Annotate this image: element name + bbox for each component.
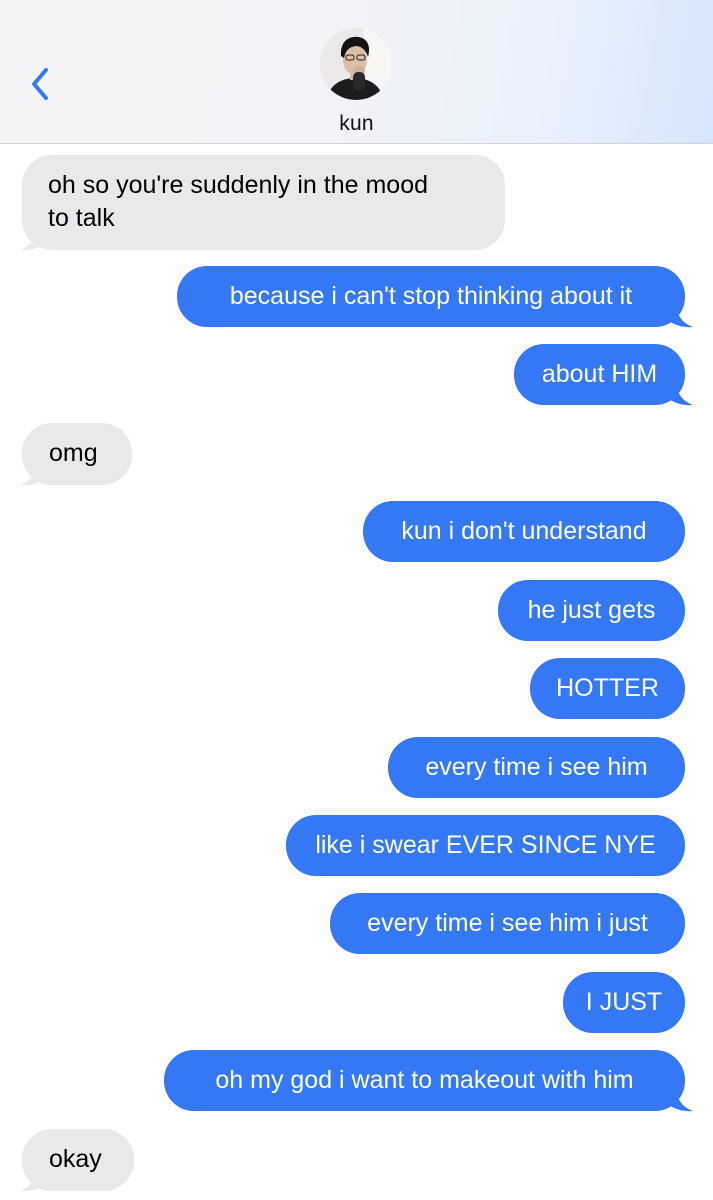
message-text: okay bbox=[49, 1145, 102, 1173]
message-bubble-outgoing[interactable]: oh my god i want to makeout with him bbox=[164, 1050, 685, 1111]
message-bubble-outgoing[interactable]: HOTTER bbox=[530, 658, 685, 719]
message-bubble-outgoing[interactable]: I JUST bbox=[563, 972, 685, 1033]
message-text: HOTTER bbox=[556, 674, 659, 702]
message-text: because i can't stop thinking about it bbox=[229, 282, 633, 310]
message-text: I JUST bbox=[585, 988, 663, 1016]
message-bubble-outgoing[interactable]: about HIM bbox=[514, 344, 685, 405]
message-text: every time i see him i just bbox=[367, 909, 648, 937]
chevron-left-icon bbox=[32, 68, 48, 100]
message-bubble-outgoing[interactable]: every time i see him i just bbox=[330, 893, 685, 954]
message-text-line: oh so you're suddenly in the mood bbox=[48, 171, 429, 199]
message-text-line: to talk bbox=[48, 204, 115, 232]
message-bubble-outgoing[interactable]: he just gets bbox=[498, 580, 685, 641]
bubble-tail bbox=[667, 381, 693, 406]
message-text: like i swear EVER SINCE NYE bbox=[315, 831, 656, 859]
message-bubble-outgoing[interactable]: like i swear EVER SINCE NYE bbox=[286, 815, 685, 876]
message-bubble-outgoing[interactable]: every time i see him bbox=[388, 737, 685, 798]
bubble-tail bbox=[667, 303, 693, 328]
message-text: about HIM bbox=[541, 360, 658, 388]
back-button[interactable] bbox=[22, 60, 62, 110]
message-text: every time i see him bbox=[425, 753, 648, 781]
bubble-tail bbox=[20, 1167, 46, 1192]
message-bubble-outgoing[interactable]: because i can't stop thinking about it bbox=[177, 266, 685, 327]
message-text: omg bbox=[49, 439, 98, 467]
bubble-tail bbox=[20, 461, 46, 486]
conversation-header: kun bbox=[0, 0, 713, 144]
bubble-tail bbox=[20, 226, 46, 251]
message-text: kun i don't understand bbox=[401, 517, 647, 545]
message-text: oh my god i want to makeout with him bbox=[215, 1066, 634, 1094]
message-bubble-outgoing[interactable]: kun i don't understand bbox=[363, 501, 685, 562]
contact-name[interactable]: kun bbox=[0, 112, 713, 136]
message-text: he just gets bbox=[527, 596, 656, 624]
contact-avatar[interactable] bbox=[320, 28, 392, 100]
message-bubble-incoming[interactable]: oh so you're suddenly in the mood to tal… bbox=[22, 155, 505, 250]
bubble-tail bbox=[667, 1087, 693, 1112]
